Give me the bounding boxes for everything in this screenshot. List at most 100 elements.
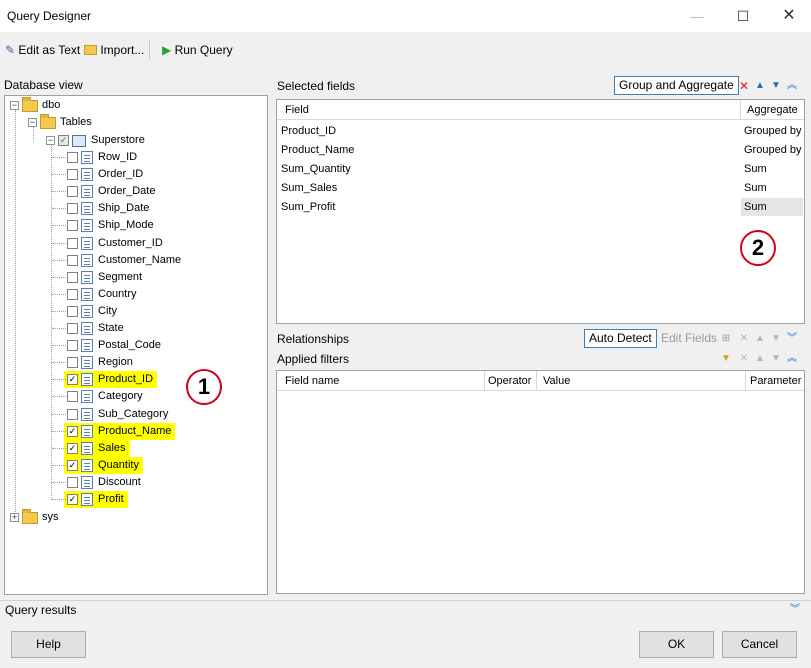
column-icon xyxy=(81,493,93,506)
column-header-operator[interactable]: Operator xyxy=(488,371,531,391)
field-checkbox[interactable] xyxy=(67,152,78,163)
column-header-field-name[interactable]: Field name xyxy=(285,371,339,391)
tree-field-item[interactable]: Customer_ID xyxy=(67,235,163,252)
aggregate-cell[interactable]: Grouped by xyxy=(741,141,803,159)
tree-field-item[interactable]: Customer_Name xyxy=(67,252,181,269)
collapse-icon[interactable]: − xyxy=(10,101,19,110)
field-checkbox[interactable] xyxy=(67,254,78,266)
delete-icon[interactable]: ✕ xyxy=(738,350,750,368)
column-header-value[interactable]: Value xyxy=(543,371,570,391)
auto-detect-button[interactable]: Auto Detect xyxy=(584,329,657,348)
column-header-parameter[interactable]: Parameter xyxy=(750,371,801,391)
tree-field-item[interactable]: Region xyxy=(67,354,133,371)
field-checkbox[interactable] xyxy=(67,237,78,249)
tree-field-item[interactable]: ✓ Sales xyxy=(64,439,130,457)
help-button[interactable]: Help xyxy=(11,631,86,658)
add-relationship-icon[interactable]: ⊞ xyxy=(720,330,732,348)
selected-field-name[interactable]: Sum_Sales xyxy=(281,179,337,197)
field-checkbox[interactable] xyxy=(67,340,78,352)
field-checkbox[interactable] xyxy=(67,305,78,317)
move-up-icon[interactable]: ▲ xyxy=(754,350,766,368)
collapse-panel-icon[interactable]: ︽ xyxy=(786,77,798,95)
aggregate-cell[interactable]: Sum xyxy=(741,198,803,216)
move-down-icon[interactable]: ▼ xyxy=(770,77,782,95)
tree-node-tables[interactable]: − Tables xyxy=(28,113,92,131)
column-header-field[interactable]: Field xyxy=(285,100,309,120)
expand-panel-icon[interactable]: ︾ xyxy=(786,330,798,348)
field-checkbox[interactable] xyxy=(67,203,78,215)
column-header-aggregate[interactable]: Aggregate xyxy=(747,100,798,120)
field-checkbox[interactable]: ✓ xyxy=(67,494,78,505)
group-and-aggregate-button[interactable]: Group and Aggregate xyxy=(614,76,739,95)
tree-field-item[interactable]: Ship_Mode xyxy=(67,217,154,234)
delete-icon[interactable]: ✕ xyxy=(738,330,750,348)
move-up-icon[interactable]: ▲ xyxy=(754,330,766,348)
tree-node-sys[interactable]: + sys xyxy=(10,508,59,526)
expand-panel-icon[interactable]: ︾ xyxy=(790,601,800,619)
tree-field-item[interactable]: ✓ Product_ID xyxy=(64,371,158,389)
column-icon xyxy=(81,458,93,472)
field-label: Category xyxy=(98,390,143,403)
collapse-icon[interactable]: − xyxy=(46,136,55,145)
move-down-icon[interactable]: ▼ xyxy=(770,350,782,368)
field-checkbox[interactable] xyxy=(67,323,78,334)
expand-icon[interactable]: + xyxy=(10,513,19,522)
tree-node-superstore[interactable]: − ✓ Superstore xyxy=(46,132,145,149)
aggregate-cell[interactable]: Sum xyxy=(741,179,803,197)
move-up-icon[interactable]: ▲ xyxy=(754,77,766,95)
aggregate-cell[interactable]: Sum xyxy=(741,160,803,178)
collapse-panel-icon[interactable]: ︽ xyxy=(786,350,798,368)
field-checkbox[interactable] xyxy=(67,271,78,283)
maximize-button[interactable]: ☐ xyxy=(720,0,766,32)
tree-field-item[interactable]: ✓ Quantity xyxy=(64,456,143,474)
field-checkbox[interactable] xyxy=(67,357,78,369)
tree-field-item[interactable]: Segment xyxy=(67,269,142,286)
tree-field-item[interactable]: City xyxy=(67,303,117,320)
filter-icon[interactable]: ▼ xyxy=(720,350,732,368)
tree-field-item[interactable]: Ship_Date xyxy=(67,200,149,217)
annotation-marker-2: 2 xyxy=(740,230,776,266)
delete-icon[interactable]: ✕ xyxy=(738,77,750,95)
field-checkbox[interactable] xyxy=(67,169,78,181)
tree-field-item[interactable]: Postal_Code xyxy=(67,337,161,354)
tree-field-item[interactable]: ✓ Profit xyxy=(64,491,128,508)
field-checkbox[interactable]: ✓ xyxy=(67,374,78,386)
tree-field-item[interactable]: State xyxy=(67,320,124,337)
import-button[interactable]: Import... xyxy=(84,40,144,60)
selected-fields-title: Selected fields xyxy=(277,79,356,93)
field-checkbox[interactable] xyxy=(67,186,78,198)
field-checkbox[interactable] xyxy=(67,408,78,420)
superstore-checkbox[interactable]: ✓ xyxy=(58,135,69,146)
tree-node-dbo[interactable]: − dbo xyxy=(10,96,61,114)
tree-field-item[interactable]: Order_Date xyxy=(67,183,155,200)
selected-field-name[interactable]: Product_Name xyxy=(281,141,354,159)
field-checkbox[interactable] xyxy=(67,476,78,488)
tree-field-item[interactable]: Country xyxy=(67,286,137,303)
field-checkbox[interactable] xyxy=(67,288,78,300)
selected-field-name[interactable]: Sum_Quantity xyxy=(281,160,351,178)
tree-field-item[interactable]: Row_ID xyxy=(67,149,137,166)
tree-field-item[interactable]: ✓ Product_Name xyxy=(64,422,176,440)
field-checkbox[interactable]: ✓ xyxy=(67,459,78,471)
close-button[interactable]: ✕ xyxy=(766,0,811,32)
tree-field-item[interactable]: Discount xyxy=(67,474,141,491)
tree-field-item[interactable]: Sub_Category xyxy=(67,406,168,423)
field-checkbox[interactable] xyxy=(67,391,78,403)
run-query-button[interactable]: ▶ Run Query xyxy=(162,40,233,60)
edit-as-text-button[interactable]: ✎ Edit as Text xyxy=(5,40,80,60)
tree-field-item[interactable]: Order_ID xyxy=(67,166,143,183)
field-checkbox[interactable]: ✓ xyxy=(67,425,78,437)
selected-field-name[interactable]: Sum_Profit xyxy=(281,198,335,216)
cancel-button[interactable]: Cancel xyxy=(722,631,797,658)
ok-button[interactable]: OK xyxy=(639,631,714,658)
field-checkbox[interactable] xyxy=(67,220,78,232)
field-checkbox[interactable]: ✓ xyxy=(67,442,78,454)
move-down-icon[interactable]: ▼ xyxy=(770,330,782,348)
edit-fields-button[interactable]: Edit Fields xyxy=(656,329,722,348)
tree-label-dbo: dbo xyxy=(42,99,61,111)
tree-field-item[interactable]: Category xyxy=(67,388,143,405)
selected-field-name[interactable]: Product_ID xyxy=(281,122,336,140)
aggregate-cell[interactable]: Grouped by xyxy=(741,122,803,140)
collapse-icon[interactable]: − xyxy=(28,118,37,127)
minimize-button[interactable]: — xyxy=(674,0,720,32)
